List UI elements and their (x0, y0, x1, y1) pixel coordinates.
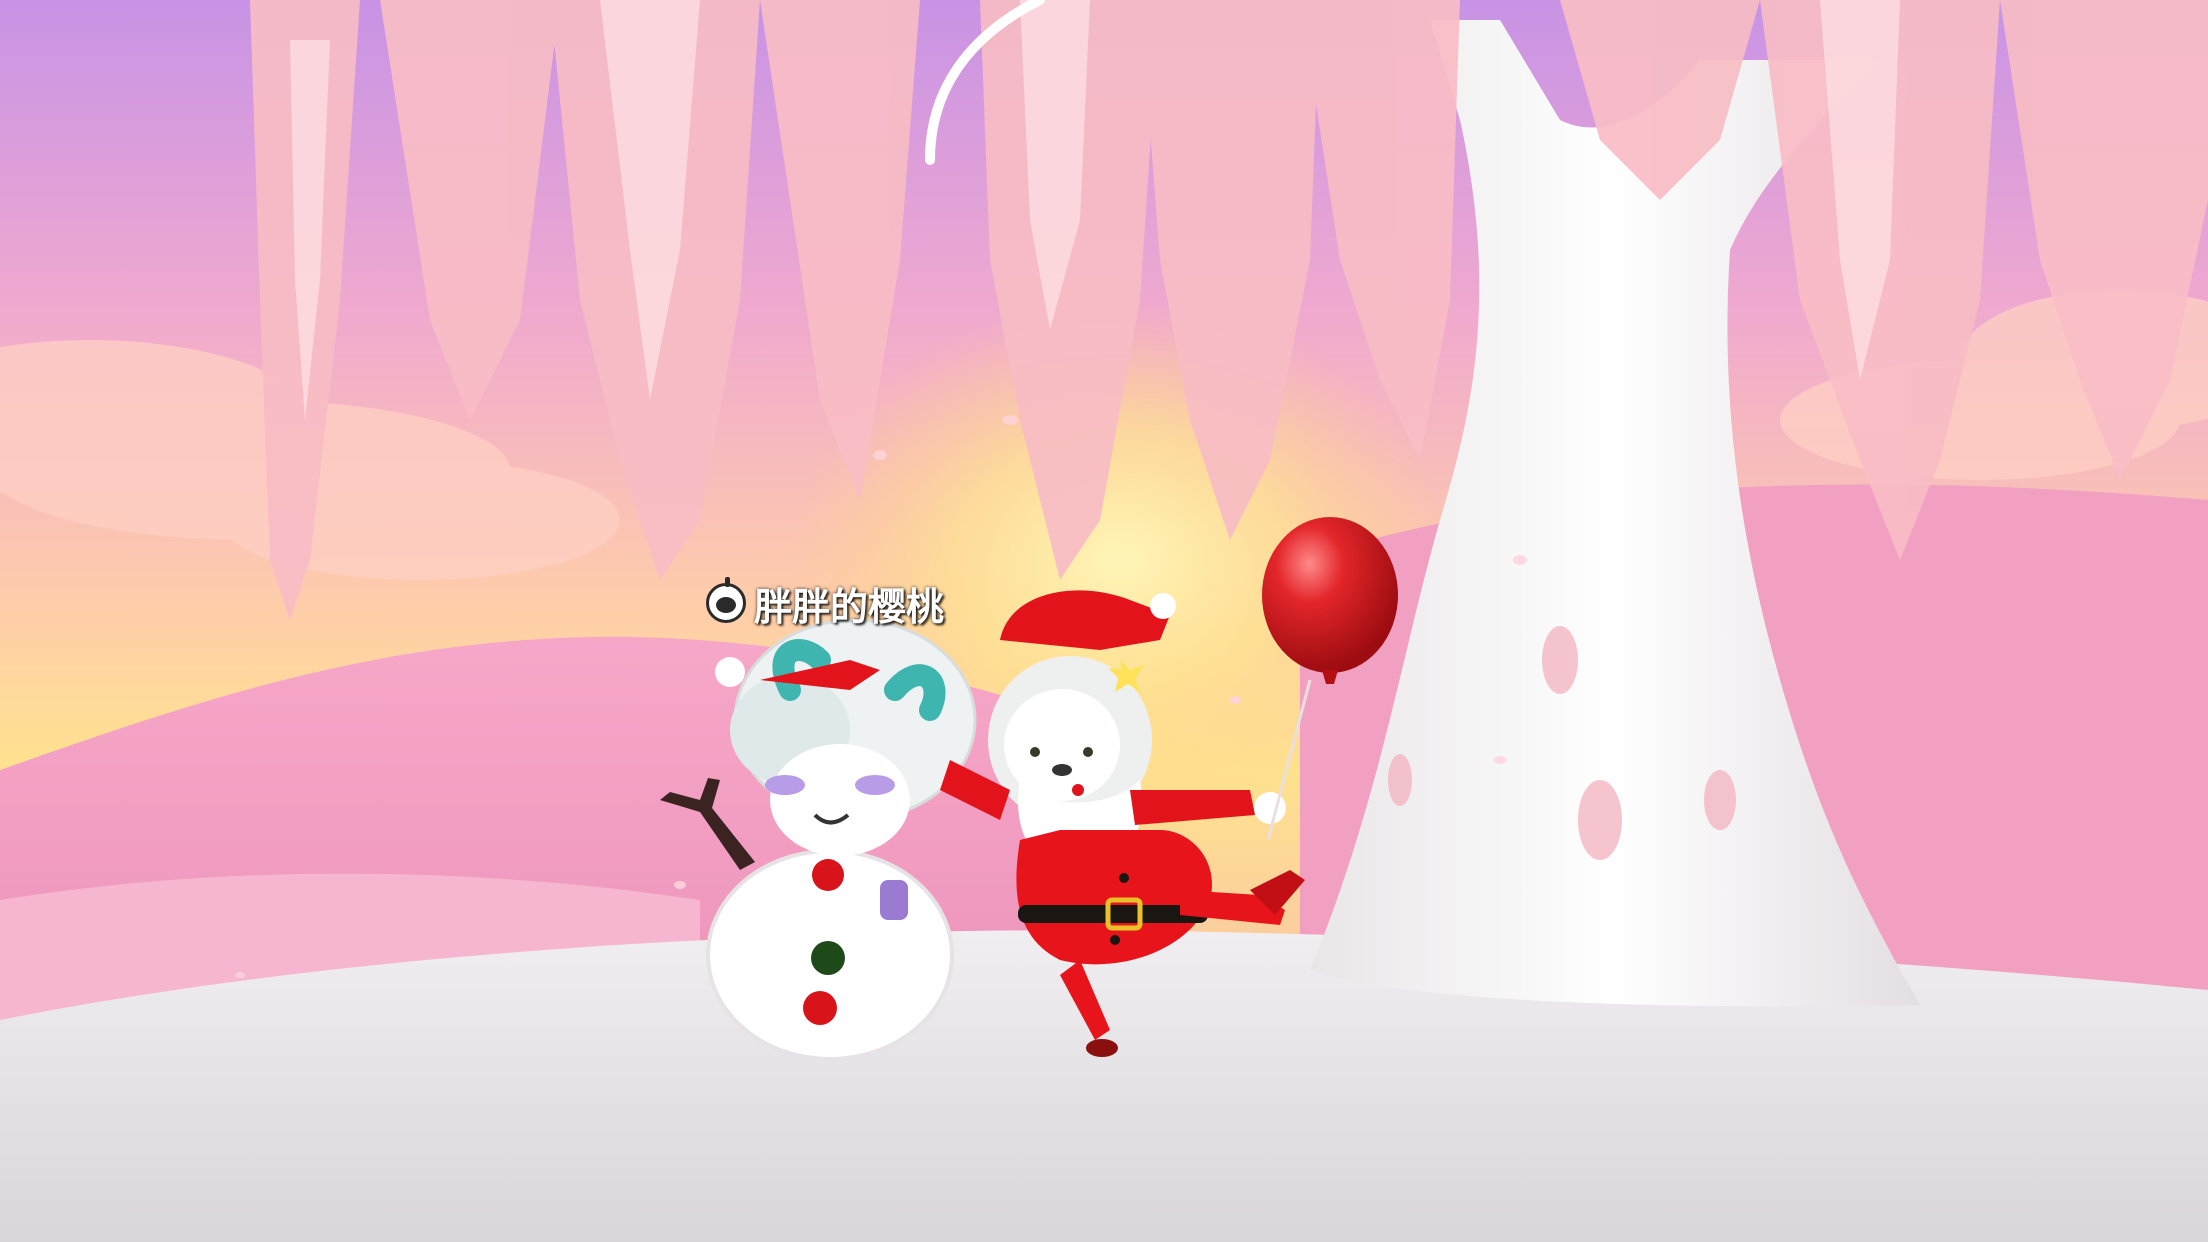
player-name: 胖胖的樱桃 (754, 584, 945, 629)
player-nameplate: 胖胖的樱桃 (706, 577, 945, 629)
player-avatar-icon (706, 577, 746, 623)
game-scene (0, 0, 2208, 1242)
